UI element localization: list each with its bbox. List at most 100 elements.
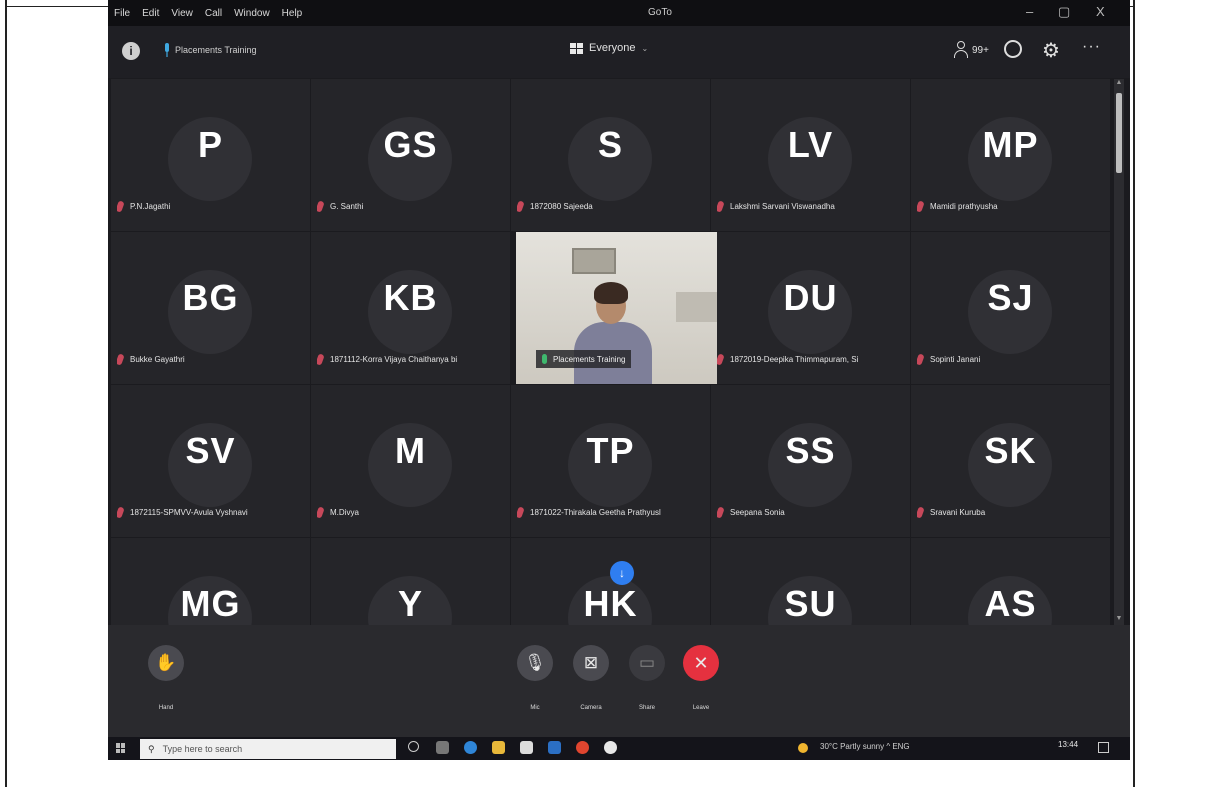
participant-name: Lakshmi Sarvani Viswanadha: [730, 201, 835, 211]
participant-name-row: Seepana Sonia: [717, 505, 907, 519]
menu-call[interactable]: Call: [199, 8, 228, 19]
participant-initials: SJ: [987, 277, 1034, 318]
chevron-down-icon: ⌄: [641, 43, 649, 53]
leave-button[interactable]: ✕: [683, 645, 719, 681]
participant-name-row: M.Divya: [317, 505, 507, 519]
participant-tile[interactable]: MP Mamidi prathyusha: [911, 79, 1110, 231]
mic-muted-icon: [717, 505, 725, 519]
menu-view[interactable]: View: [165, 8, 199, 19]
participant-tile[interactable]: DU 1872019-Deepika Thimmapuram, Si: [711, 232, 910, 384]
participant-name: 1871112-Korra Vijaya Chaithanya bi: [330, 354, 458, 364]
participant-tile[interactable]: P P.N.Jagathi: [111, 79, 310, 231]
mic-muted-icon: [317, 352, 325, 366]
participant-name: 1872115-SPMVV-Avula Vyshnavi: [130, 507, 248, 517]
camera-button[interactable]: ⊠: [573, 645, 609, 681]
participant-initials: MP: [982, 124, 1039, 165]
participant-initials: S: [597, 124, 623, 165]
windows-start-icon[interactable]: [116, 743, 126, 753]
taskbar-search-input[interactable]: ⚲ Type here to search: [140, 739, 396, 759]
presenter-name: Placements Training: [553, 354, 626, 364]
participant-name: M.Divya: [330, 507, 359, 517]
scroll-thumb[interactable]: [1116, 93, 1122, 173]
participant-name-row: 1871112-Korra Vijaya Chaithanya bi: [317, 352, 507, 366]
scroll-up-arrow-icon[interactable]: ▲: [1114, 79, 1124, 89]
menu-window[interactable]: Window: [228, 8, 276, 19]
participant-tile[interactable]: SS Seepana Sonia: [711, 385, 910, 537]
mic-muted-icon: 🎙: [524, 653, 546, 672]
mic-label: Mic: [530, 705, 540, 711]
participants-button[interactable]: 99+: [954, 41, 989, 59]
settings-icon[interactable]: ⚙: [1042, 38, 1060, 63]
notification-icon[interactable]: [1098, 742, 1109, 753]
participant-initials: HK: [583, 583, 638, 624]
menu-edit[interactable]: Edit: [136, 8, 165, 19]
meeting-window: File Edit View Call Window Help GoTo – ▢…: [108, 0, 1130, 760]
participant-name-row: Lakshmi Sarvani Viswanadha: [717, 199, 907, 213]
weather-icon[interactable]: [798, 743, 808, 753]
meeting-name: Placements Training: [175, 45, 257, 55]
participant-tile[interactable]: SV 1872115-SPMVV-Avula Vyshnavi: [111, 385, 310, 537]
participant-initials: M: [395, 430, 426, 471]
participant-tile[interactable]: M M.Divya: [311, 385, 510, 537]
taskbar-search-placeholder: Type here to search: [162, 744, 243, 754]
grid-scrollbar[interactable]: ▲ ▼: [1114, 79, 1124, 625]
taskbar-clock: 13:44: [1058, 740, 1079, 749]
share-button[interactable]: ▭: [629, 645, 665, 681]
close-window-button[interactable]: X: [1096, 4, 1105, 19]
participant-tile[interactable]: SJ Sopinti Janani: [911, 232, 1110, 384]
jump-down-icon[interactable]: ↓: [610, 561, 634, 585]
task-view-icon[interactable]: [408, 741, 419, 752]
store-icon[interactable]: [520, 741, 533, 754]
share-screen-icon: ▭: [638, 653, 656, 672]
edge-browser-icon[interactable]: [464, 741, 477, 754]
chrome-icon[interactable]: [576, 741, 589, 754]
participant-name: 1872019-Deepika Thimmapuram, Si: [730, 354, 859, 364]
participant-initials: DU: [783, 277, 838, 318]
maximize-button[interactable]: ▢: [1058, 4, 1070, 20]
presenter-label: Placements Training: [536, 350, 632, 368]
minimize-button[interactable]: –: [1026, 4, 1033, 19]
participant-name: Seepana Sonia: [730, 507, 785, 517]
participant-name: Mamidi prathyusha: [930, 201, 998, 211]
participant-initials: Y: [397, 583, 423, 624]
goto-app-icon[interactable]: [604, 741, 617, 754]
mic-muted-icon: [117, 199, 125, 213]
view-selector[interactable]: Everyone ⌄: [570, 42, 648, 54]
mic-muted-icon: [517, 199, 525, 213]
microphone-icon: [165, 43, 169, 57]
participant-tile[interactable]: BG Bukke Gayathri: [111, 232, 310, 384]
widgets-icon[interactable]: [436, 741, 449, 754]
participant-name-row: P.N.Jagathi: [117, 199, 307, 213]
participant-initials: LV: [787, 124, 834, 165]
menu-help[interactable]: Help: [276, 8, 309, 19]
file-explorer-icon[interactable]: [492, 741, 505, 754]
participant-initials: SV: [185, 430, 236, 471]
search-icon: ⚲: [148, 743, 155, 754]
participant-tile[interactable]: KB 1871112-Korra Vijaya Chaithanya bi: [311, 232, 510, 384]
participant-tile[interactable]: S 1872080 Sajeeda: [511, 79, 710, 231]
participant-tile[interactable]: SK Sravani Kuruba: [911, 385, 1110, 537]
participant-tile[interactable]: TP 1871022-Thirakala Geetha Prathyusl: [511, 385, 710, 537]
participant-tile[interactable]: LV Lakshmi Sarvani Viswanadha: [711, 79, 910, 231]
mic-live-icon: [542, 354, 547, 364]
raise-hand-button[interactable]: ✋: [148, 645, 184, 681]
participant-initials: SS: [785, 430, 836, 471]
participant-name: Sravani Kuruba: [930, 507, 986, 517]
participant-name: 1871022-Thirakala Geetha Prathyusl: [530, 507, 661, 517]
participant-initials: TP: [586, 430, 635, 471]
info-icon[interactable]: i: [122, 42, 140, 60]
chat-icon[interactable]: [1004, 40, 1022, 58]
screenshot-frame: File Edit View Call Window Help GoTo – ▢…: [0, 0, 1229, 787]
participant-name: G. Santhi: [330, 201, 364, 211]
menu-file[interactable]: File: [108, 8, 136, 19]
participant-initials: AS: [984, 583, 1037, 624]
video-tile-presenter[interactable]: Placements Training: [516, 232, 717, 384]
participant-name: 1872080 Sajeeda: [530, 201, 593, 211]
mail-icon[interactable]: [548, 741, 561, 754]
more-options-icon[interactable]: ···: [1082, 38, 1101, 56]
scroll-down-arrow-icon[interactable]: ▼: [1114, 615, 1124, 625]
mic-button[interactable]: 🎙: [517, 645, 553, 681]
participant-initials: BG: [182, 277, 239, 318]
participant-name-row: 1872080 Sajeeda: [517, 199, 707, 213]
participant-tile[interactable]: GS G. Santhi: [311, 79, 510, 231]
